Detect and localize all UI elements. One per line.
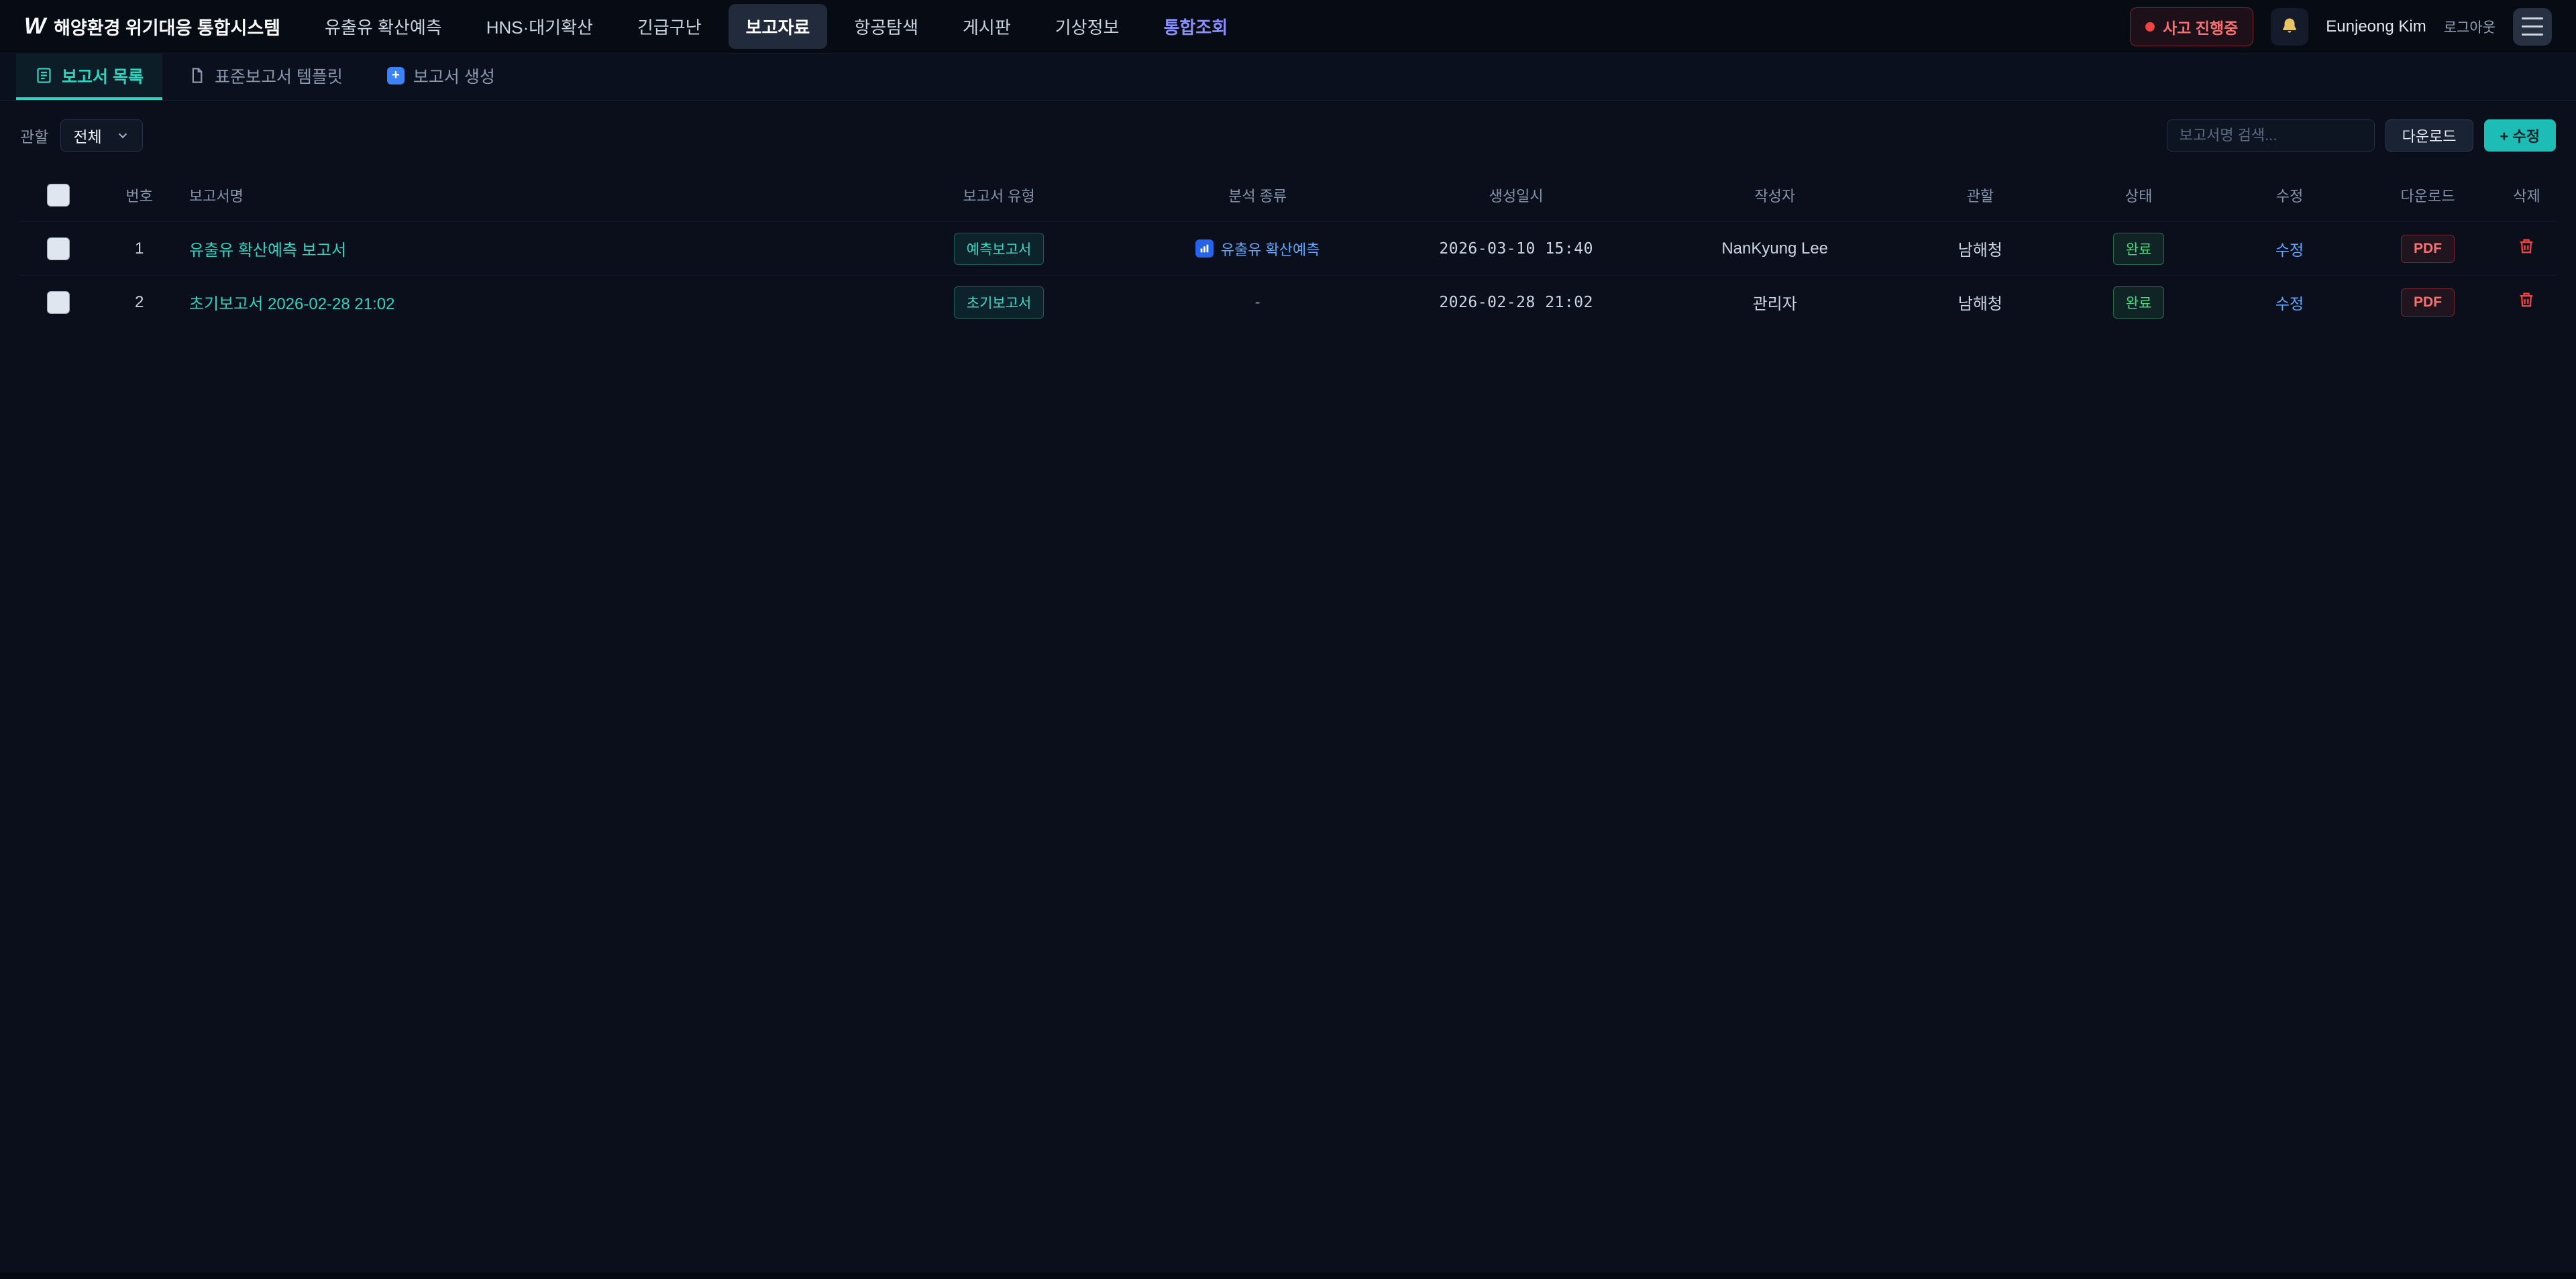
trash-icon <box>2517 290 2536 309</box>
nav-item-reports[interactable]: 보고자료 <box>729 4 828 49</box>
report-name-link[interactable]: 유출유 확산예측 보고서 <box>189 241 346 260</box>
analysis-empty: - <box>1255 293 1260 311</box>
filter-bar: 관할 전체 다운로드 + 수정 <box>0 119 2576 152</box>
header-status: 상태 <box>2056 169 2221 222</box>
bottom-edge-strip <box>0 1272 2576 1279</box>
tab-standard-template-label: 표준보고서 템플릿 <box>215 64 343 88</box>
tab-report-list[interactable]: 보고서 목록 <box>16 54 162 100</box>
incident-status-badge[interactable]: 사고 진행중 <box>2130 7 2253 46</box>
delete-button[interactable] <box>2517 237 2536 256</box>
pdf-download-button[interactable]: PDF <box>2401 288 2455 317</box>
tab-standard-template[interactable]: 표준보고서 템플릿 <box>169 54 362 100</box>
nav-item-board[interactable]: 게시판 <box>945 4 1028 49</box>
header-jurisdiction: 관할 <box>1904 169 2056 222</box>
nav-item-hns-air-diffusion[interactable]: HNS·대기확산 <box>469 4 610 49</box>
header-no: 번호 <box>96 169 182 222</box>
filter-right-actions: 다운로드 + 수정 <box>2167 119 2556 152</box>
status-badge: 완료 <box>2113 233 2165 265</box>
row-checkbox[interactable] <box>47 291 70 314</box>
analysis-label: 유출유 확산예측 <box>1221 238 1320 260</box>
report-tabs: 보고서 목록 표준보고서 템플릿 + 보고서 생성 <box>0 54 2576 101</box>
jurisdiction-selected-value: 전체 <box>73 124 101 147</box>
incident-dot-icon <box>2145 22 2155 32</box>
nav-item-integrated-search[interactable]: 통합조회 <box>1146 4 1245 49</box>
nav-item-emergency-rescue[interactable]: 긴급구난 <box>620 4 719 49</box>
tab-create-report-label: 보고서 생성 <box>413 64 495 88</box>
jurisdiction: 남해청 <box>1904 276 2056 329</box>
hamburger-menu-button[interactable] <box>2513 8 2552 46</box>
delete-button[interactable] <box>2517 290 2536 309</box>
row-checkbox[interactable] <box>47 237 70 260</box>
report-type-badge: 초기보고서 <box>954 286 1044 319</box>
bell-icon <box>2279 17 2300 37</box>
document-icon <box>188 66 206 85</box>
logout-button[interactable]: 로그아웃 <box>2444 17 2496 37</box>
row-no: 1 <box>96 222 182 276</box>
nav-item-weather-info[interactable]: 기상정보 <box>1038 4 1137 49</box>
edit-link[interactable]: 수정 <box>2275 295 2304 313</box>
created-at: 2026-03-10 15:40 <box>1439 240 1593 258</box>
wing-logo-icon: W <box>24 13 44 40</box>
header-download: 다운로드 <box>2358 169 2498 222</box>
user-name: Eunjeong Kim <box>2326 17 2426 36</box>
tab-create-report[interactable]: + 보고서 생성 <box>368 54 514 100</box>
header-analysis-type: 분석 종류 <box>1128 169 1387 222</box>
tab-report-list-label: 보고서 목록 <box>62 64 144 88</box>
jurisdiction: 남해청 <box>1904 222 2056 276</box>
chevron-down-icon <box>115 128 130 143</box>
chart-icon <box>1195 239 1214 258</box>
report-table-container: 번호 보고서명 보고서 유형 분석 종류 생성일시 작성자 관할 상태 수정 다… <box>0 152 2576 329</box>
notification-bell-button[interactable] <box>2271 8 2308 46</box>
analysis-link[interactable]: 유출유 확산예측 <box>1195 238 1320 260</box>
report-name-link[interactable]: 초기보고서 2026-02-28 21:02 <box>189 295 395 313</box>
header-author: 작성자 <box>1646 169 1904 222</box>
header-report-name: 보고서명 <box>182 169 869 222</box>
header-report-type: 보고서 유형 <box>869 169 1128 222</box>
row-no: 2 <box>96 276 182 329</box>
trash-icon <box>2517 237 2536 256</box>
incident-status-label: 사고 진행중 <box>2163 15 2238 38</box>
jurisdiction-filter-label: 관할 <box>20 124 48 147</box>
author: 관리자 <box>1646 276 1904 329</box>
app-brand: W 해양환경 위기대응 통합시스템 <box>24 13 280 40</box>
table-row: 2 초기보고서 2026-02-28 21:02 초기보고서 - 2026-02… <box>20 276 2556 329</box>
jurisdiction-select[interactable]: 전체 <box>60 119 142 152</box>
header-edit: 수정 <box>2221 169 2358 222</box>
created-at: 2026-02-28 21:02 <box>1439 294 1593 311</box>
app-title: 해양환경 위기대응 통합시스템 <box>54 13 280 40</box>
status-badge: 완료 <box>2113 286 2165 319</box>
report-list-page: { "app": { "logo_mark": "W", "title": "해… <box>0 0 2576 1279</box>
create-report-icon: + <box>387 67 405 85</box>
nav-item-oil-spill-prediction[interactable]: 유출유 확산예측 <box>307 4 460 49</box>
create-edit-button[interactable]: + 수정 <box>2484 119 2556 152</box>
table-header-row: 번호 보고서명 보고서 유형 분석 종류 생성일시 작성자 관할 상태 수정 다… <box>20 169 2556 222</box>
header-created-at: 생성일시 <box>1387 169 1646 222</box>
top-navigation-bar: W 해양환경 위기대응 통합시스템 유출유 확산예측 HNS·대기확산 긴급구난… <box>0 0 2576 54</box>
table-row: 1 유출유 확산예측 보고서 예측보고서 유출유 확산예측 2026-03-10… <box>20 222 2556 276</box>
main-nav: 유출유 확산예측 HNS·대기확산 긴급구난 보고자료 항공탐색 게시판 기상정… <box>307 4 1245 49</box>
select-all-checkbox[interactable] <box>47 184 70 207</box>
report-table: 번호 보고서명 보고서 유형 분석 종류 생성일시 작성자 관할 상태 수정 다… <box>20 169 2556 329</box>
download-button[interactable]: 다운로드 <box>2385 119 2473 152</box>
header-delete: 삭제 <box>2498 169 2556 222</box>
report-search-input[interactable] <box>2167 119 2375 152</box>
author: NanKyung Lee <box>1646 222 1904 276</box>
report-type-badge: 예측보고서 <box>954 233 1044 265</box>
pdf-download-button[interactable]: PDF <box>2401 235 2455 263</box>
nav-item-aerial-search[interactable]: 항공탐색 <box>837 4 936 49</box>
edit-link[interactable]: 수정 <box>2275 241 2304 259</box>
report-list-icon <box>35 66 53 85</box>
topbar-right-section: 사고 진행중 Eunjeong Kim 로그아웃 <box>2130 7 2552 46</box>
